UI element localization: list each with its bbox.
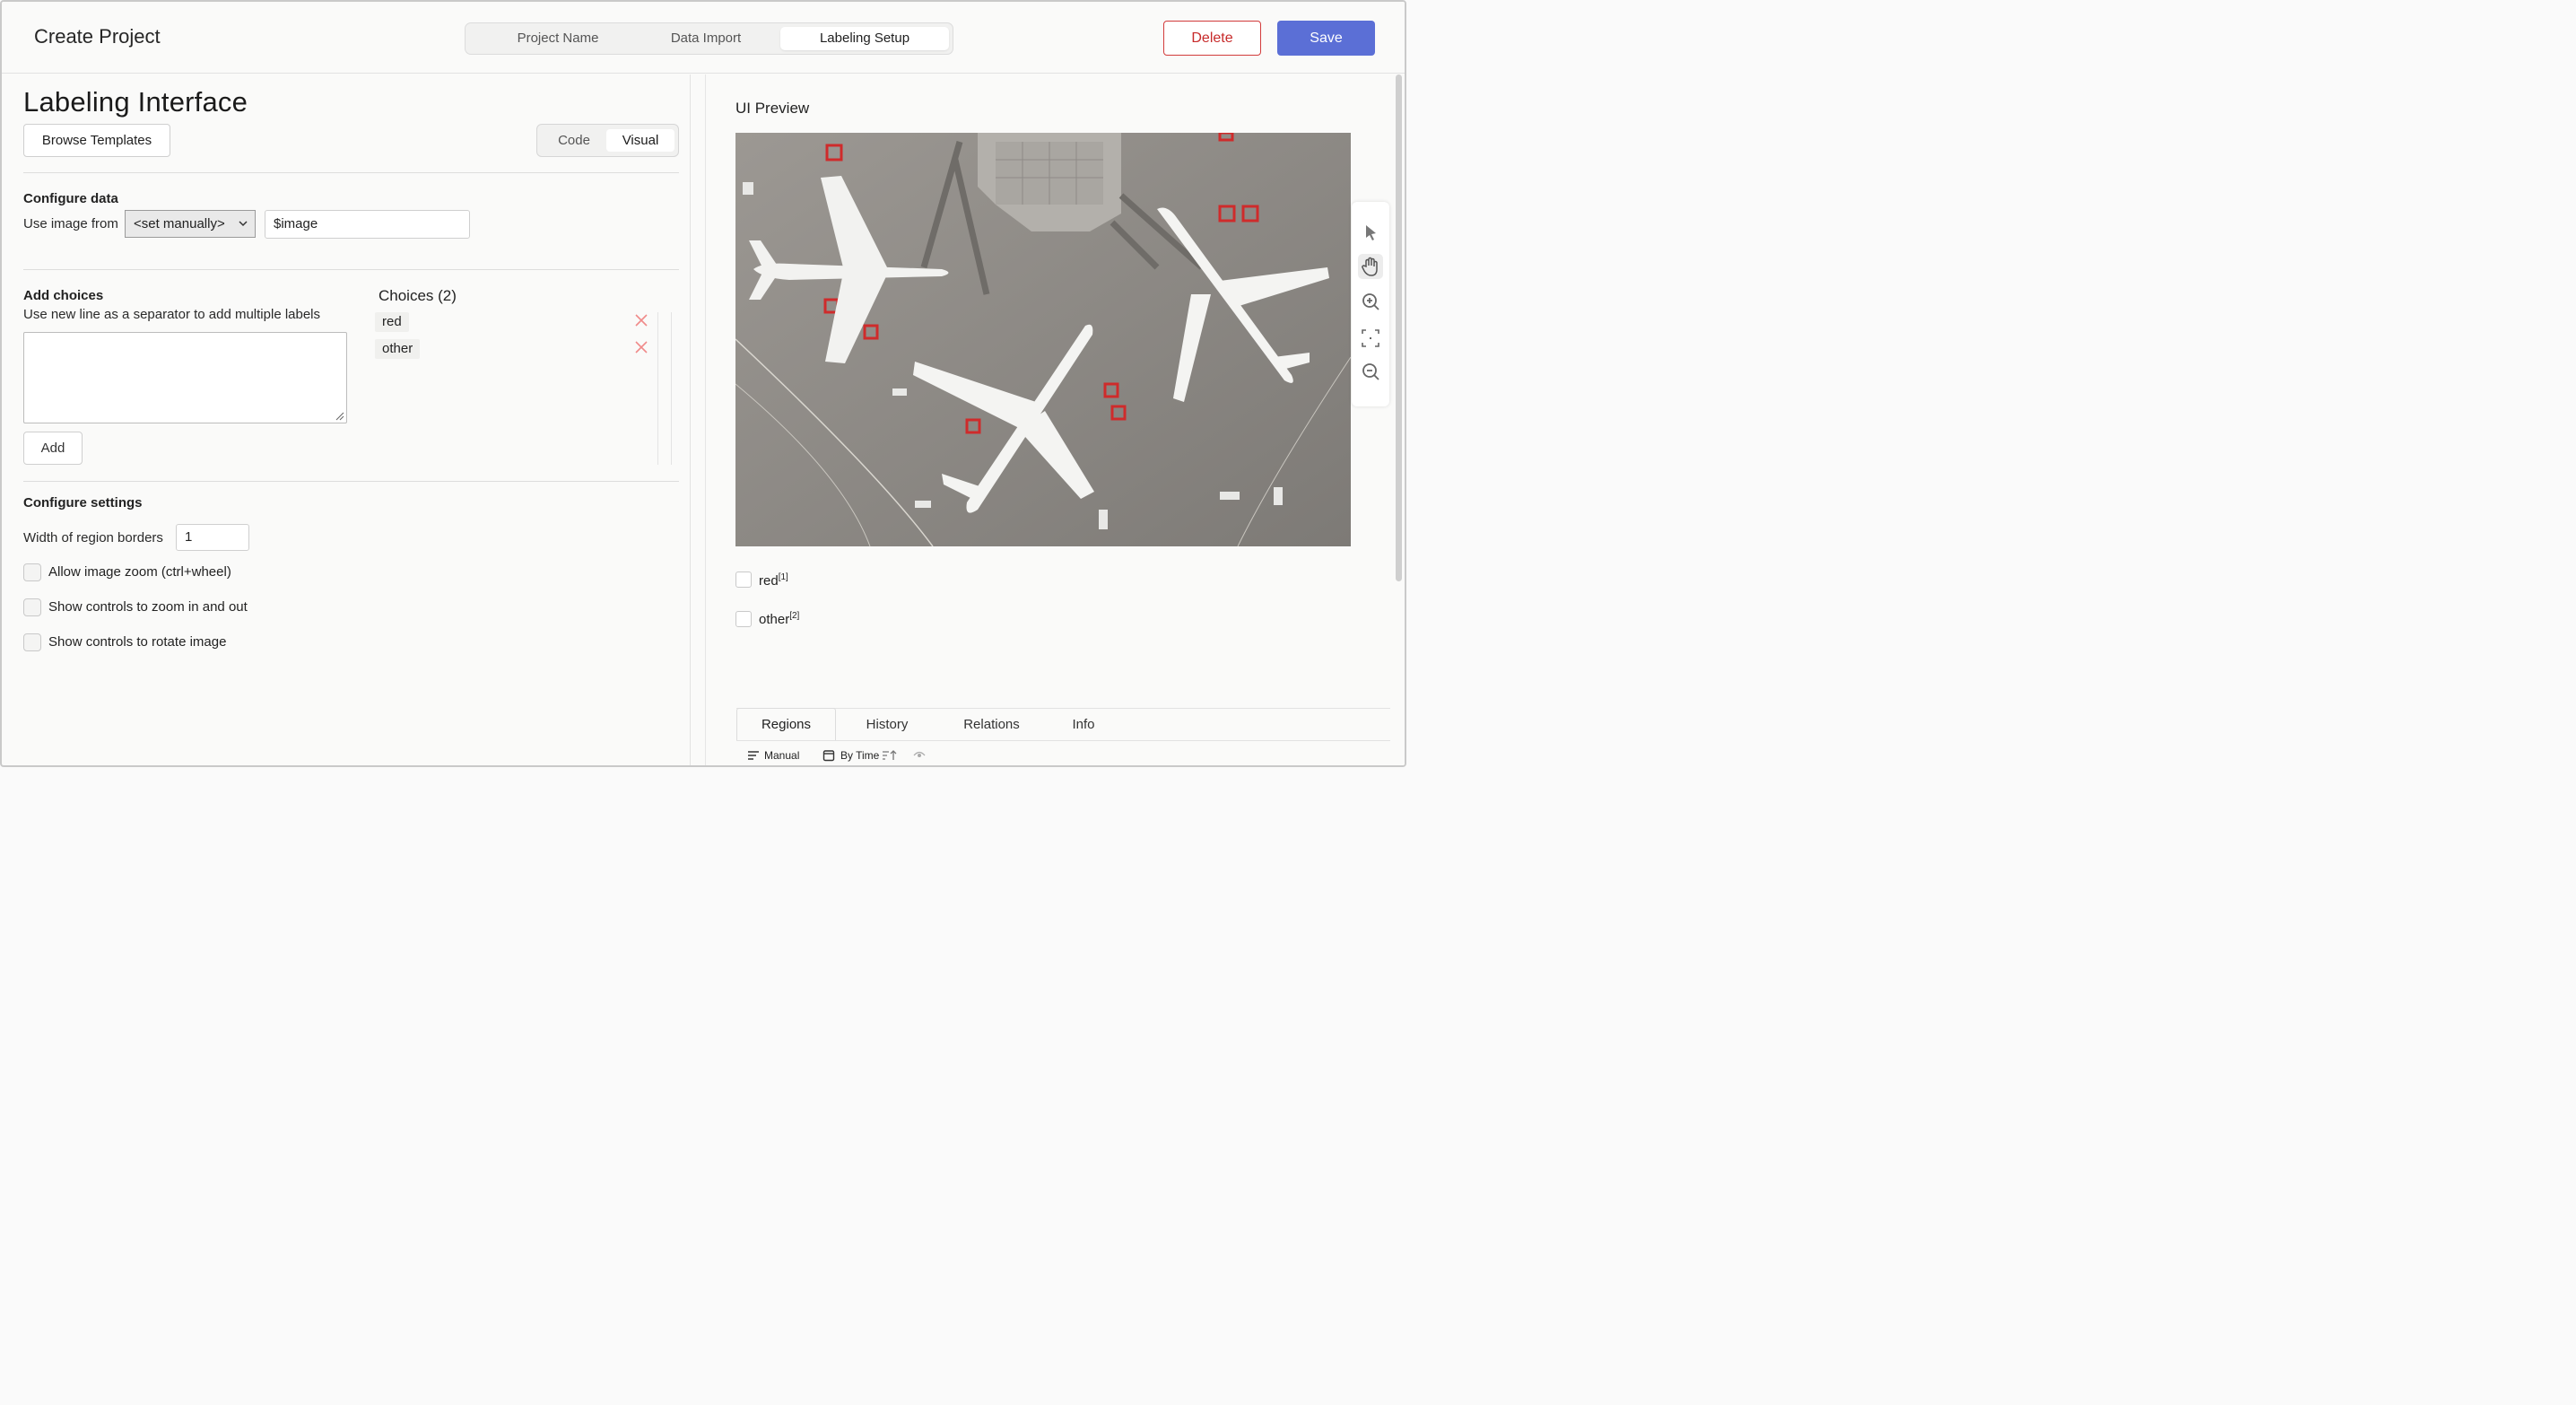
divider: [23, 172, 679, 173]
airport-aerial-image: [735, 133, 1351, 546]
choices-scrollbar[interactable]: [657, 312, 672, 465]
manual-grouping[interactable]: Manual: [764, 749, 799, 762]
tab-relations[interactable]: Relations: [944, 709, 1039, 741]
calendar-icon: [822, 749, 835, 762]
region-border-width-input[interactable]: 1: [176, 524, 249, 551]
configure-settings-heading: Configure settings: [23, 495, 143, 511]
choice-label: other: [375, 339, 421, 359]
preview-choice-checkbox-red[interactable]: [735, 572, 752, 588]
pointer-icon[interactable]: [1358, 220, 1383, 245]
labeling-config-panel: Labeling Interface Browse Templates Code…: [2, 74, 691, 765]
code-mode-tab[interactable]: Code: [543, 129, 605, 152]
add-choices-hint: Use new line as a separator to add multi…: [23, 307, 321, 322]
page-scrollbar[interactable]: [1395, 74, 1404, 581]
save-button[interactable]: Save: [1277, 21, 1375, 56]
app-window: Create Project Project Name Data Import …: [0, 0, 1406, 767]
fit-to-screen-icon[interactable]: [1358, 326, 1383, 351]
region-border-width-label: Width of region borders: [23, 530, 163, 545]
data-source-select-value: <set manually>: [134, 216, 225, 231]
preview-choice-other[interactable]: other[2]: [759, 611, 799, 627]
choice-label: red: [375, 312, 409, 332]
rotate-controls-checkbox[interactable]: [23, 633, 41, 651]
code-visual-toggle: Code Visual: [536, 124, 679, 157]
step-data-import[interactable]: Data Import: [631, 27, 781, 50]
visual-mode-tab[interactable]: Visual: [606, 129, 674, 152]
eye-icon[interactable]: [913, 750, 926, 761]
preview-choice-label: other: [759, 612, 790, 627]
preview-image[interactable]: [735, 133, 1351, 546]
choices-textarea[interactable]: [23, 332, 347, 423]
choices-list-title: Choices (2): [379, 287, 457, 304]
hotkey-badge: [2]: [789, 611, 800, 621]
ui-preview-title: UI Preview: [735, 100, 810, 117]
rotate-controls-option-label: Show controls to rotate image: [48, 634, 227, 650]
preview-choice-checkbox-other[interactable]: [735, 611, 752, 627]
choice-item: other: [375, 339, 658, 361]
zoom-option-label: Allow image zoom (ctrl+wheel): [48, 564, 231, 580]
sort-order-icon[interactable]: [882, 749, 898, 762]
list-icon: [747, 750, 760, 761]
delete-button[interactable]: Delete: [1163, 21, 1261, 56]
sidebar-tabs: Regions History Relations Info Manual By…: [736, 708, 1390, 765]
hand-pan-icon[interactable]: [1358, 254, 1383, 279]
regions-toolbar: Manual By Time: [736, 740, 1390, 765]
resize-grip-icon[interactable]: [334, 410, 344, 421]
divider: [23, 269, 679, 270]
labeling-interface-title: Labeling Interface: [23, 86, 248, 118]
tab-history[interactable]: History: [842, 709, 932, 741]
image-toolbar: [1352, 202, 1389, 406]
remove-choice-icon[interactable]: [634, 313, 648, 327]
configure-data-heading: Configure data: [23, 191, 118, 206]
browse-templates-button[interactable]: Browse Templates: [23, 124, 170, 157]
chevron-down-icon: [238, 211, 248, 237]
header: Create Project Project Name Data Import …: [2, 2, 1405, 74]
zoom-controls-option-label: Show controls to zoom in and out: [48, 599, 248, 615]
zoom-in-icon[interactable]: [1358, 290, 1383, 315]
sort-by-time[interactable]: By Time: [840, 749, 879, 762]
remove-choice-icon[interactable]: [634, 340, 648, 354]
tab-regions[interactable]: Regions: [736, 708, 836, 741]
use-image-from-label: Use image from: [23, 216, 118, 231]
wizard-steps: Project Name Data Import Labeling Setup: [465, 22, 953, 55]
zoom-checkbox[interactable]: [23, 563, 41, 581]
zoom-out-icon[interactable]: [1358, 360, 1383, 385]
data-source-select[interactable]: <set manually>: [125, 210, 256, 238]
preview-choice-red[interactable]: red[1]: [759, 572, 788, 589]
divider: [23, 481, 679, 482]
page-title: Create Project: [34, 25, 161, 48]
step-labeling-setup[interactable]: Labeling Setup: [780, 27, 949, 50]
add-choices-button[interactable]: Add: [23, 432, 83, 465]
preview-choice-label: red: [759, 573, 779, 589]
choice-item: red: [375, 312, 658, 334]
ui-preview-panel: UI Preview red[1] other[2] Regions Histo…: [692, 74, 1405, 765]
zoom-controls-checkbox[interactable]: [23, 598, 41, 616]
page-scrollbar-thumb[interactable]: [1396, 74, 1402, 581]
image-variable-input[interactable]: $image: [265, 210, 470, 239]
hotkey-badge: [1]: [778, 572, 788, 582]
tab-info[interactable]: Info: [1055, 709, 1112, 741]
add-choices-heading: Add choices: [23, 288, 104, 303]
step-project-name[interactable]: Project Name: [474, 27, 641, 50]
ui-preview-body: UI Preview red[1] other[2] Regions Histo…: [705, 74, 1393, 765]
